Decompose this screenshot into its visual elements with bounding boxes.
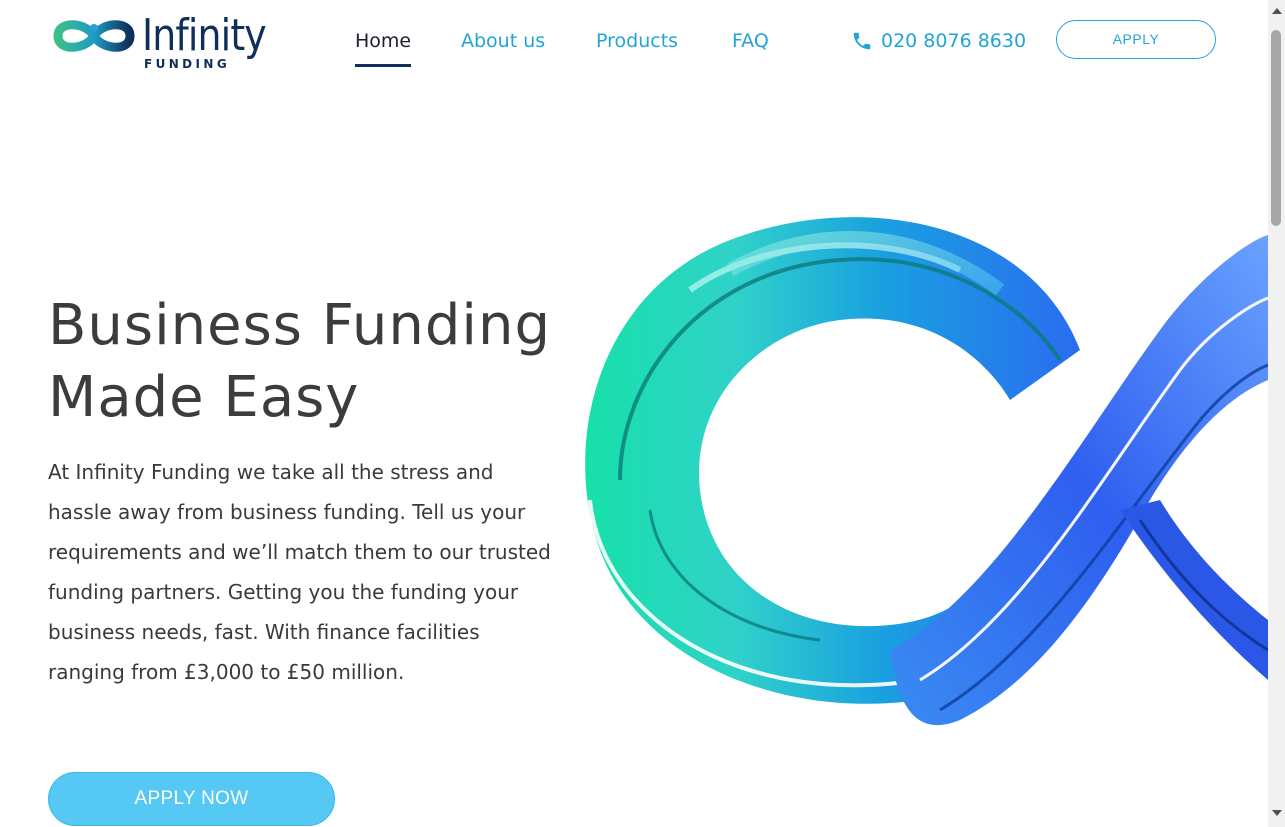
nav-about-us[interactable]: About us xyxy=(461,28,545,54)
infinity-ribbon-graphic xyxy=(560,180,1268,740)
brand-logo[interactable]: Infinity FUNDING xyxy=(52,10,272,74)
nav-products[interactable]: Products xyxy=(596,28,678,54)
vertical-scrollbar[interactable] xyxy=(1268,0,1285,827)
hero-title-line2: Made Easy xyxy=(48,365,360,430)
scroll-thumb[interactable] xyxy=(1271,30,1281,226)
scroll-up-arrow-icon[interactable] xyxy=(1272,8,1282,14)
infinity-logo-icon xyxy=(53,20,135,52)
phone-number: 020 8076 8630 xyxy=(881,30,1027,52)
site-header: Infinity FUNDING Home About us Products … xyxy=(0,0,1268,90)
brand-tagline: FUNDING xyxy=(144,57,231,71)
nav-home[interactable]: Home xyxy=(355,28,412,67)
phone-icon xyxy=(853,32,871,50)
scroll-down-arrow-icon[interactable] xyxy=(1272,810,1282,816)
hero-description: At Infinity Funding we take all the stre… xyxy=(48,460,551,684)
hero-title-line1: Business Funding xyxy=(48,293,552,358)
brand-name: Infinity xyxy=(142,10,267,61)
apply-button[interactable]: APPLY xyxy=(1056,20,1216,59)
hero-title: Business Funding Made Easy xyxy=(48,290,608,434)
nav-faq[interactable]: FAQ xyxy=(732,28,769,54)
apply-now-button[interactable]: APPLY NOW xyxy=(48,772,335,826)
